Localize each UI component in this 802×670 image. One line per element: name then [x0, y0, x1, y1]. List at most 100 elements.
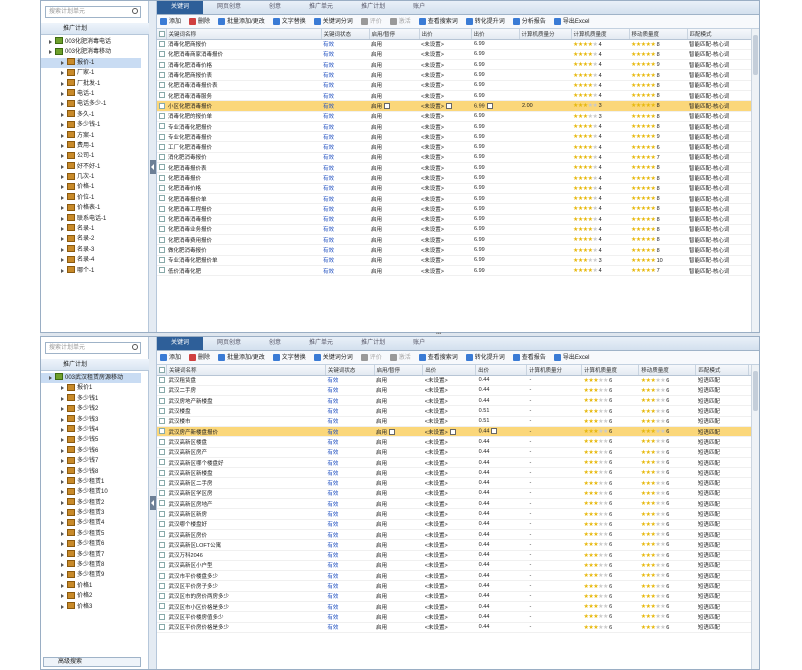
select-all-checkbox[interactable]	[159, 30, 165, 37]
bid-source-cell[interactable]: <未设置>	[419, 100, 471, 112]
bid-source-cell[interactable]: <未设置>	[419, 265, 471, 277]
row-checkbox[interactable]	[159, 531, 165, 538]
bid-cell[interactable]: 0.44	[475, 539, 527, 551]
expand-toggle-icon[interactable]	[57, 394, 67, 404]
table-row[interactable]: 武汉哪个楼盘好有效启用<未设置>0.44-★★★★★ 6★★★★★ 6短语匹配h…	[157, 519, 759, 530]
row-select-cell[interactable]	[157, 426, 167, 438]
tree-node[interactable]: 多少钱2	[41, 404, 141, 414]
enable-state-cell[interactable]: 启用	[374, 488, 423, 500]
match-mode[interactable]: 智能匹配-核心词	[687, 90, 759, 102]
bid-source-cell[interactable]: <未设置>	[419, 234, 471, 246]
tree-node[interactable]: 多少租赁9	[41, 570, 141, 580]
toolbar-button-4[interactable]: 关键词分词	[313, 351, 353, 365]
expand-toggle-icon[interactable]	[57, 581, 67, 591]
row-checkbox[interactable]	[159, 418, 165, 425]
expand-toggle-icon[interactable]	[57, 498, 67, 508]
table-row[interactable]: 武汉高新区楼盘有效启用<未设置>0.44-★★★★★ 6★★★★★ 6短语匹配h…	[157, 436, 759, 448]
toolbar-button-6[interactable]: 激活	[389, 351, 411, 365]
row-checkbox[interactable]	[159, 185, 165, 192]
bid-source-cell[interactable]: <未设置>	[422, 385, 476, 397]
table-row[interactable]: 武汉租赁盘有效启用<未设置>0.44-★★★★★ 6★★★★★ 6短语匹配htt…	[157, 375, 759, 386]
table-row[interactable]: 低价消毒化肥 有效 启用 <未设置> 6.99 ★★★★★ 4 ★★★★★ 7 智能匹配-核心…	[157, 265, 759, 277]
enable-state-cell[interactable]: 启用	[369, 265, 419, 277]
bid-cell[interactable]: 0.44	[475, 498, 527, 510]
bid-cell[interactable]: 0.44	[475, 570, 527, 582]
expand-toggle-icon[interactable]	[57, 224, 67, 234]
bid-cell[interactable]: 0.51	[475, 416, 527, 427]
tab-0[interactable]: 关键词	[157, 1, 204, 14]
table-row[interactable]: 武汉高新区新房有效启用<未设置>0.44-★★★★★ 6★★★★★ 6短语匹配h…	[157, 508, 759, 520]
enable-state-cell[interactable]: 启用	[369, 59, 419, 71]
tab-1[interactable]: 网页创意	[203, 337, 255, 350]
table-row[interactable]: 化肥消毒商家消毒报价 有效 启用 <未设置> 6.99 ★★★★★ 4 ★★★★★ 8 智能匹…	[157, 49, 759, 61]
bid-cell[interactable]: 0.44	[475, 580, 527, 592]
tree-node[interactable]: 价格3	[41, 602, 141, 612]
tree-node[interactable]: 003化肥消毒电话	[41, 37, 141, 47]
bid-source-cell[interactable]: <未设置>	[422, 519, 476, 530]
table-row[interactable]: 武汉市平价楼盘多少 有效 启用 <未设置> 0.44- ★★★★★ 6 ★★★★★ 6 短语匹…	[157, 570, 759, 582]
tree-node[interactable]: 多少钱-1	[41, 120, 141, 130]
toolbar-button-10[interactable]: 导出Excel	[553, 351, 590, 365]
enable-state-cell[interactable]: 启用	[374, 436, 423, 448]
row-select-cell[interactable]	[157, 467, 167, 479]
bid-cell[interactable]: 6.99	[471, 152, 519, 164]
row-checkbox[interactable]	[159, 92, 165, 99]
scroll-thumb[interactable]	[753, 371, 758, 411]
tree-node[interactable]: 多少钱5	[41, 435, 141, 445]
bid-cell[interactable]: 6.99	[471, 39, 519, 50]
match-mode[interactable]: 短语匹配	[695, 539, 749, 551]
table-row[interactable]: 化肥消毒报价表 有效 启用 <未设置> 6.99 ★★★★★ 4 ★★★★★ 8 智能匹配-核…	[157, 162, 759, 174]
keyword-name[interactable]: 武汉房产新楼盘报价	[166, 426, 326, 438]
bid-source-cell[interactable]: <未设置>	[422, 375, 476, 386]
bid-cell[interactable]: 6.99	[471, 214, 519, 225]
bid-cell[interactable]: 0.44	[475, 375, 527, 386]
keyword-name[interactable]: 武汉市平价楼盘多少	[166, 570, 326, 582]
enable-state-cell[interactable]: 启用	[374, 395, 423, 407]
row-select-cell[interactable]	[157, 550, 167, 561]
bid-source-cell[interactable]: <未设置>	[422, 539, 476, 551]
match-mode[interactable]: 智能匹配-核心词	[687, 183, 759, 194]
expand-toggle-icon[interactable]	[57, 383, 67, 393]
keyword-name[interactable]: 化肥消毒消毒报价表	[166, 80, 321, 91]
tree-node[interactable]: 多少租赁4	[41, 518, 141, 528]
match-mode[interactable]: 智能匹配-核心词	[687, 100, 759, 112]
table-row[interactable]: 消毒化肥商报价 有效 启用 <未设置> 6.99 ★★★★★ 4 ★★★★★ 8 智能匹配-核…	[157, 39, 759, 50]
table-row[interactable]: 化肥消毒消毒报价表 有效 启用 <未设置> 6.99 ★★★★★ 4 ★★★★★ 8 智能匹配…	[157, 80, 759, 91]
row-checkbox[interactable]	[159, 143, 165, 150]
match-mode[interactable]: 智能匹配-核心词	[687, 59, 759, 71]
match-mode[interactable]: 智能匹配-核心词	[687, 152, 759, 164]
match-mode[interactable]: 短语匹配	[695, 457, 749, 469]
column-header[interactable]: 出价	[475, 365, 527, 376]
match-mode[interactable]: 短语匹配	[695, 447, 749, 458]
match-mode[interactable]: 智能匹配-核心词	[687, 214, 759, 225]
bid-source-cell[interactable]: <未设置>	[419, 183, 471, 194]
column-header[interactable]: 出价	[471, 29, 520, 40]
row-checkbox[interactable]	[159, 61, 165, 68]
tab-0[interactable]: 关键词	[157, 337, 204, 350]
expand-toggle-icon[interactable]	[57, 518, 67, 528]
table-row[interactable]: 武汉区市小区价格是多少 有效 启用 <未设置> 0.44- ★★★★★ 6 ★★★★★ 6短…	[157, 601, 759, 613]
tree-node[interactable]: 报价1	[41, 383, 141, 393]
toolbar-button-4[interactable]: 关键词分词	[313, 15, 353, 29]
row-checkbox[interactable]	[159, 113, 165, 119]
column-header[interactable]: 计算机质量分	[526, 365, 583, 376]
keyword-name[interactable]: 武汉区平价房子多少	[166, 580, 326, 592]
row-checkbox[interactable]	[159, 123, 165, 130]
bid-source-cell[interactable]: <未设置>	[419, 59, 471, 71]
expand-toggle-icon[interactable]	[57, 172, 67, 182]
enable-state-cell[interactable]: 启用	[374, 375, 423, 386]
enable-state-cell[interactable]: 启用	[369, 121, 419, 133]
match-mode[interactable]: 智能匹配-核心词	[687, 131, 759, 143]
expand-toggle-icon[interactable]	[57, 141, 67, 151]
tab-5[interactable]: 账户	[399, 1, 439, 14]
toolbar-button-0[interactable]: 添加	[160, 351, 181, 365]
enable-state-cell[interactable]: 启用	[374, 601, 423, 613]
tab-5[interactable]: 账户	[399, 337, 439, 350]
tree-node[interactable]: 多少租赁6	[41, 539, 141, 549]
enable-state-cell[interactable]: 启用	[369, 234, 419, 246]
table-row[interactable]: 专业消毒化肥报价 有效 启用 <未设置> 6.99 ★★★★★ 4 ★★★★★ 8 智能匹配-…	[157, 121, 759, 133]
expand-toggle-icon[interactable]	[57, 425, 67, 435]
match-mode[interactable]: 短语匹配	[695, 477, 749, 489]
enable-state-cell[interactable]: 启用	[374, 467, 423, 479]
column-header[interactable]: 启用/暂停	[374, 365, 424, 376]
